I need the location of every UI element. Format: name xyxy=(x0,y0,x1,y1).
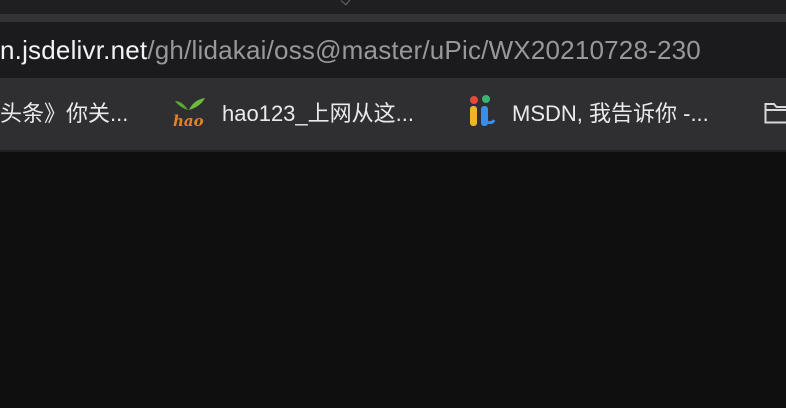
folder-icon xyxy=(764,100,786,129)
url-text[interactable]: n.jsdelivr.net/gh/lidakai/oss@master/uPi… xyxy=(0,35,701,65)
hao123-logo-icon: hao xyxy=(172,95,208,134)
toolbar-divider xyxy=(0,14,786,22)
tab-strip xyxy=(0,0,786,14)
bookmark-msdn[interactable]: MSDN, 我告诉你 -... xyxy=(466,78,709,150)
bookmark-label: hao123_上网从这... xyxy=(222,101,414,126)
bookmark-folder[interactable] xyxy=(764,78,786,150)
chevron-down-icon xyxy=(340,0,351,6)
msdn-itellyou-icon xyxy=(466,94,498,135)
page-content xyxy=(0,152,786,408)
url-path: /gh/lidakai/oss@master/uPic/WX20210728-2… xyxy=(147,35,701,65)
svg-text:hao: hao xyxy=(173,112,204,129)
bookmark-label: 头条》你关... xyxy=(0,101,129,126)
address-bar[interactable]: n.jsdelivr.net/gh/lidakai/oss@master/uPi… xyxy=(0,22,786,78)
bookmark-label: MSDN, 我告诉你 -... xyxy=(512,101,709,126)
bookmarks-bar: 头条》你关... hao hao123_上网从这... MSDN, 我告诉你 -… xyxy=(0,78,786,150)
bookmark-toutiao[interactable]: 头条》你关... xyxy=(0,78,128,150)
url-host: n.jsdelivr.net xyxy=(0,35,148,65)
bookmark-hao123[interactable]: hao hao123_上网从这... xyxy=(172,78,414,150)
